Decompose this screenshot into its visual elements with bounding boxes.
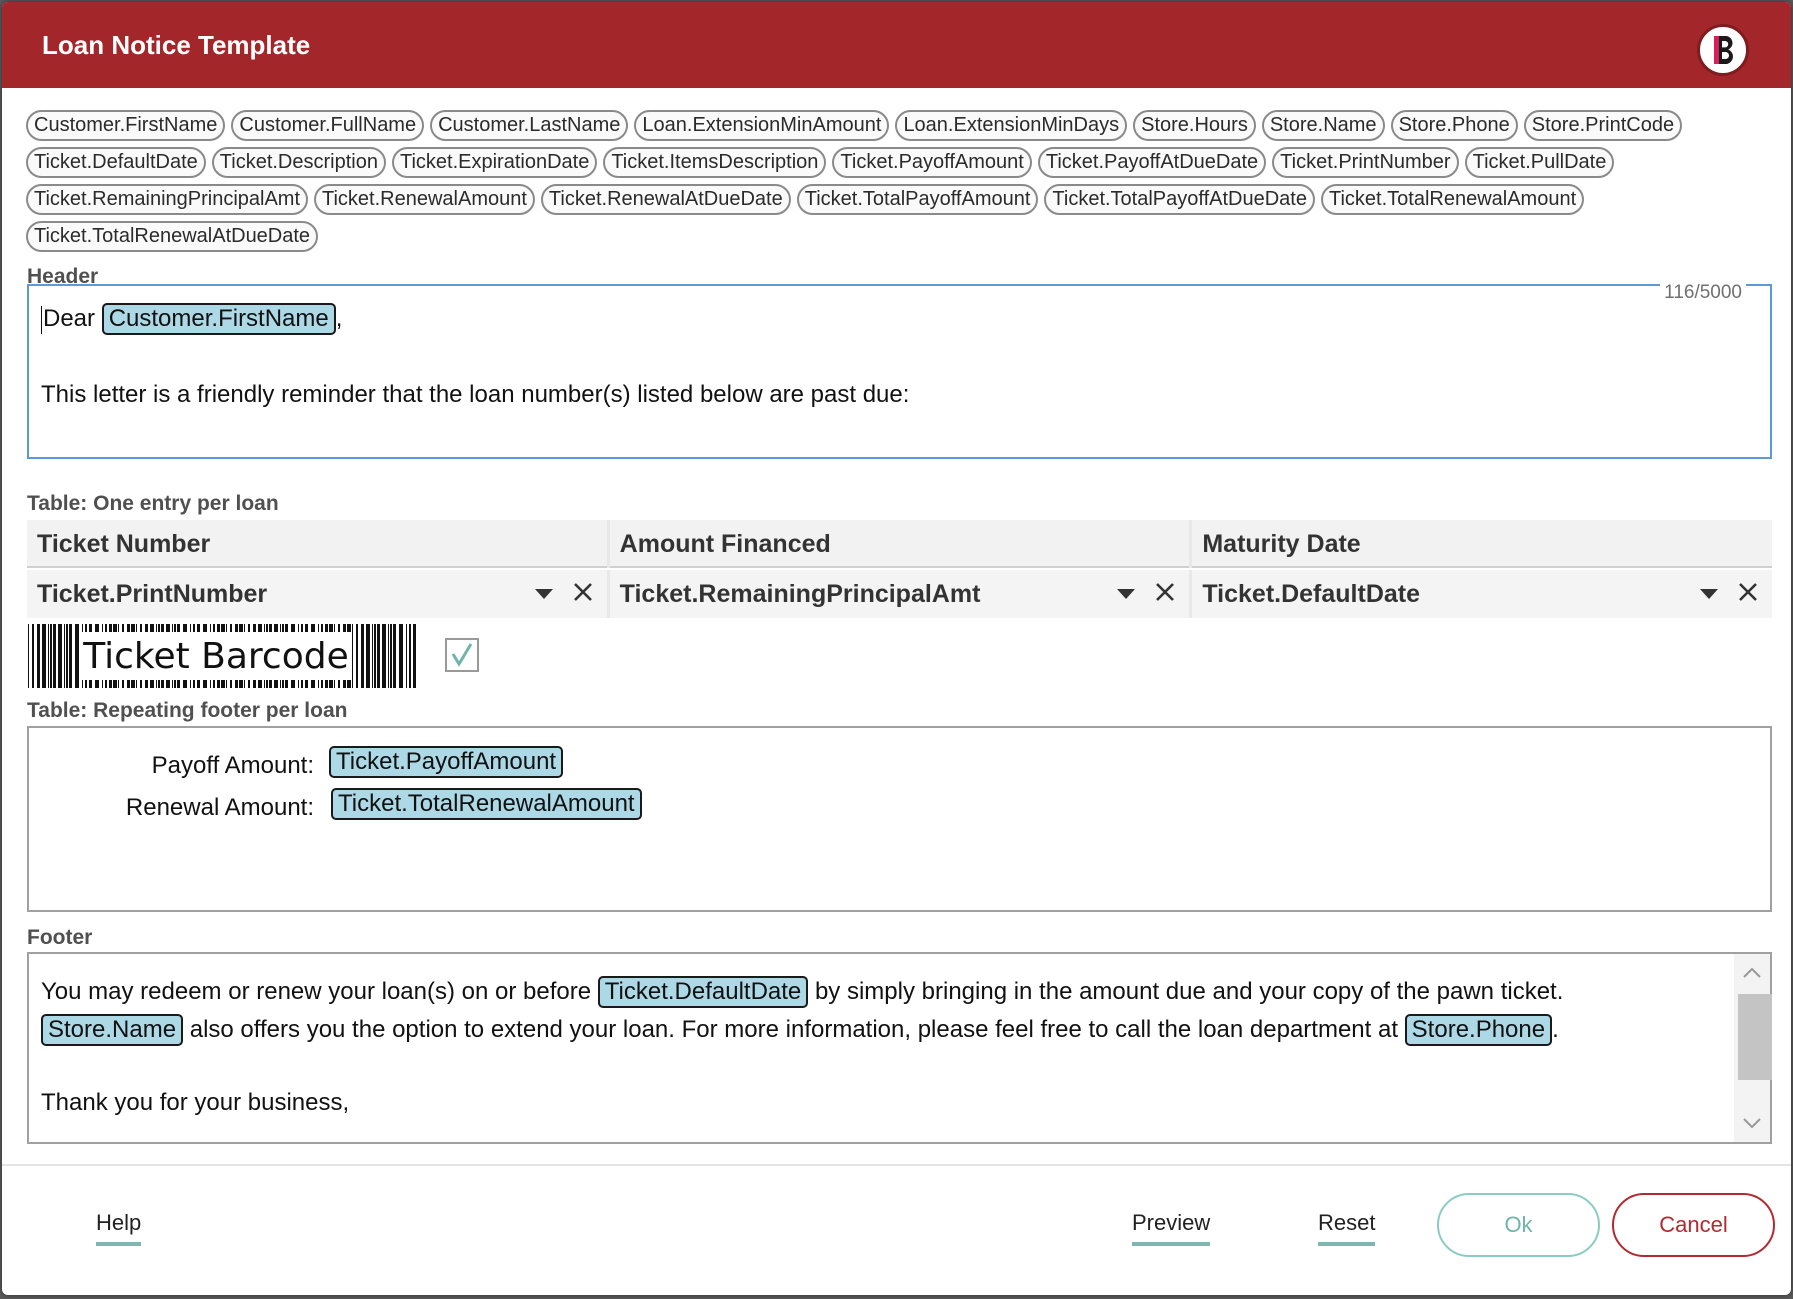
footer-text: by simply bringing in the amount due and…: [814, 978, 1564, 1005]
close-icon[interactable]: [571, 580, 595, 604]
header-editor[interactable]: 116/5000 Dear Customer.FirstName, This l…: [27, 282, 1772, 459]
token-tag[interactable]: Store.Phone: [1390, 110, 1518, 141]
field-select-maturity-date[interactable]: Ticket.DefaultDate: [1192, 570, 1773, 618]
token-tag[interactable]: Customer.LastName: [430, 110, 629, 141]
token-chip[interactable]: Store.Phone: [1404, 1014, 1553, 1046]
token-tag[interactable]: Ticket.TotalPayoffAmount: [796, 184, 1039, 215]
token-tag[interactable]: Ticket.RenewalAtDueDate: [540, 184, 791, 215]
ticket-barcode-image: Ticket Barcode: [28, 624, 416, 688]
token-tag[interactable]: Customer.FirstName: [26, 110, 226, 141]
footer-scrollbar[interactable]: [1734, 954, 1772, 1142]
token-tag[interactable]: Ticket.TotalRenewalAtDueDate: [26, 221, 319, 252]
barcode-checkbox[interactable]: [445, 638, 479, 672]
token-tag[interactable]: Ticket.PrintNumber: [1272, 147, 1459, 178]
token-tag[interactable]: Ticket.PullDate: [1464, 147, 1615, 178]
barcode-text: Ticket Barcode: [82, 636, 349, 677]
token-tag[interactable]: Loan.ExtensionMinDays: [895, 110, 1128, 141]
field-select-amount-financed[interactable]: Ticket.RemainingPrincipalAmt: [609, 570, 1190, 618]
footer-divider: [2, 1164, 1791, 1166]
greeting-suffix: ,: [335, 305, 343, 332]
token-tag[interactable]: Loan.ExtensionMinAmount: [634, 110, 890, 141]
checkmark-icon: [451, 643, 473, 667]
table-header-row: Ticket Number Amount Financed Maturity D…: [27, 520, 1773, 568]
chevron-down-icon[interactable]: [1734, 1110, 1770, 1136]
title-bar: Loan Notice Template: [2, 2, 1791, 88]
token-chip[interactable]: Ticket.TotalRenewalAmount: [331, 788, 642, 820]
token-tag[interactable]: Ticket.TotalPayoffAtDueDate: [1044, 184, 1315, 215]
cancel-button[interactable]: Cancel: [1612, 1193, 1775, 1257]
dialog-title: Loan Notice Template: [42, 30, 311, 60]
chevron-down-icon[interactable]: [1700, 589, 1719, 599]
column-header-maturity-date: Maturity Date: [1192, 520, 1773, 568]
field-value: Ticket.PrintNumber: [37, 580, 268, 608]
close-icon[interactable]: [1153, 580, 1177, 604]
header-body-text: This letter is a friendly reminder that …: [41, 381, 910, 408]
token-tag[interactable]: Ticket.PayoffAmount: [832, 147, 1032, 178]
table-field-row: Ticket.PrintNumber Ticket.RemainingPrinc…: [27, 570, 1773, 618]
payoff-label: Payoff Amount:: [151, 752, 314, 779]
repeating-footer-section-label: Table: Repeating footer per loan: [27, 699, 348, 722]
token-tag[interactable]: Ticket.ExpirationDate: [391, 147, 598, 178]
footer-text: .: [1552, 1016, 1559, 1043]
field-select-ticket-number[interactable]: Ticket.PrintNumber: [27, 570, 607, 618]
preview-button[interactable]: Preview: [1132, 1210, 1211, 1246]
table-section-label: Table: One entry per loan: [27, 492, 279, 515]
token-chip[interactable]: Ticket.PayoffAmount: [329, 746, 564, 778]
brand-b-logo-icon-glyph: [1714, 36, 1733, 64]
character-counter: 116/5000: [1660, 282, 1746, 304]
footer-editor[interactable]: You may redeem or renew your loan(s) on …: [27, 952, 1772, 1144]
token-tag[interactable]: Store.Hours: [1133, 110, 1256, 141]
token-tag[interactable]: Ticket.PayoffAtDueDate: [1037, 147, 1267, 178]
header-greeting-line: Dear Customer.FirstName,: [41, 303, 342, 335]
token-tag[interactable]: Ticket.TotalRenewalAmount: [1320, 184, 1585, 215]
chevron-down-icon[interactable]: [1117, 589, 1136, 599]
ok-button[interactable]: Ok: [1437, 1193, 1600, 1257]
footer-section-label: Footer: [27, 926, 93, 949]
loan-notice-template-dialog: Loan Notice Template Customer.FirstName C…: [2, 2, 1791, 1295]
column-header-ticket-number: Ticket Number: [27, 520, 607, 568]
greeting-text: Dear: [43, 305, 96, 332]
field-value: Ticket.DefaultDate: [1202, 580, 1421, 608]
chevron-up-icon[interactable]: [1734, 960, 1770, 986]
chevron-down-icon[interactable]: [534, 589, 553, 599]
token-tag[interactable]: Ticket.RenewalAmount: [314, 184, 535, 215]
footer-line-1: You may redeem or renew your loan(s) on …: [41, 976, 1563, 1008]
token-tag[interactable]: Ticket.Description: [211, 147, 386, 178]
token-chip[interactable]: Customer.FirstName: [101, 303, 336, 335]
help-button[interactable]: Help: [96, 1210, 142, 1246]
renewal-label: Renewal Amount:: [125, 794, 314, 821]
token-palette: Customer.FirstName Customer.FullName Custo…: [26, 110, 1766, 252]
token-chip[interactable]: Ticket.DefaultDate: [597, 976, 809, 1008]
renewal-amount-line: Renewal Amount:: [126, 794, 314, 822]
brand-b-logo-icon: [1697, 24, 1749, 76]
footer-line-2: Store.Name also offers you the option to…: [41, 1014, 1559, 1046]
scrollbar-thumb[interactable]: [1738, 994, 1772, 1080]
repeating-footer-editor[interactable]: Payoff Amount: Ticket.PayoffAmount Renew…: [27, 726, 1772, 912]
token-chip[interactable]: Store.Name: [41, 1014, 184, 1046]
token-tag[interactable]: Store.Name: [1261, 110, 1385, 141]
reset-button[interactable]: Reset: [1318, 1210, 1376, 1246]
token-tag[interactable]: Ticket.DefaultDate: [26, 147, 206, 178]
footer-text: You may redeem or renew your loan(s) on …: [41, 978, 592, 1005]
column-header-amount-financed: Amount Financed: [609, 520, 1190, 568]
footer-text: also offers you the option to extend you…: [189, 1016, 1398, 1043]
close-icon[interactable]: [1736, 580, 1760, 604]
token-tag[interactable]: Store.PrintCode: [1523, 110, 1683, 141]
token-tag[interactable]: Ticket.RemainingPrincipalAmt: [26, 184, 309, 215]
footer-line-3: Thank you for your business,: [41, 1089, 350, 1116]
token-tag[interactable]: Ticket.ItemsDescription: [603, 147, 827, 178]
token-tag[interactable]: Customer.FullName: [231, 110, 425, 141]
field-value: Ticket.RemainingPrincipalAmt: [619, 580, 981, 608]
payoff-amount-line: Payoff Amount:: [152, 752, 314, 780]
text-caret: [41, 305, 42, 334]
